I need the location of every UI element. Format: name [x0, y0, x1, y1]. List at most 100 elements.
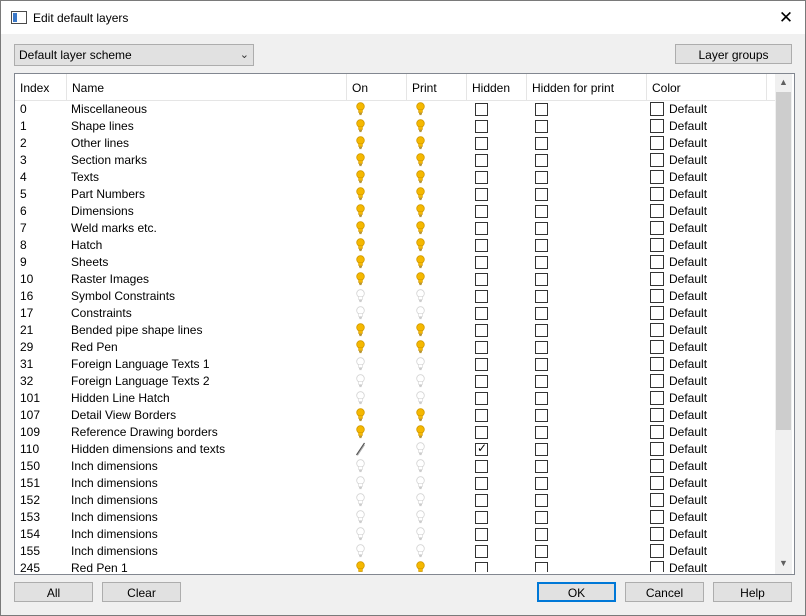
row-color[interactable]: Default	[669, 441, 707, 458]
hidden-checkbox[interactable]	[475, 171, 488, 184]
hidden-for-print-checkbox[interactable]	[535, 171, 548, 184]
hidden-checkbox[interactable]	[475, 494, 488, 507]
lightbulb-icon[interactable]	[356, 204, 365, 218]
lightbulb-icon[interactable]	[356, 221, 365, 235]
clear-button[interactable]: Clear	[102, 582, 181, 602]
row-color[interactable]: Default	[669, 271, 707, 288]
print-lightbulb-icon[interactable]	[416, 136, 425, 150]
hidden-checkbox[interactable]	[475, 290, 488, 303]
hidden-for-print-checkbox[interactable]	[535, 239, 548, 252]
color-swatch[interactable]	[650, 102, 664, 116]
lightbulb-off-icon[interactable]	[356, 391, 365, 405]
hidden-for-print-checkbox[interactable]	[535, 545, 548, 558]
lightbulb-off-icon[interactable]	[356, 289, 365, 303]
table-row[interactable]: 16 Symbol Constraints Default	[15, 288, 775, 305]
lightbulb-off-icon[interactable]	[356, 442, 365, 456]
color-swatch[interactable]	[650, 544, 664, 558]
print-lightbulb-off-icon[interactable]	[416, 544, 425, 558]
lightbulb-icon[interactable]	[356, 340, 365, 354]
hidden-for-print-checkbox[interactable]	[535, 188, 548, 201]
lightbulb-icon[interactable]	[356, 408, 365, 422]
hidden-for-print-checkbox[interactable]	[535, 392, 548, 405]
row-color[interactable]: Default	[669, 135, 707, 152]
hidden-for-print-checkbox[interactable]	[535, 137, 548, 150]
scroll-thumb[interactable]	[776, 92, 791, 430]
row-color[interactable]: Default	[669, 560, 707, 572]
row-color[interactable]: Default	[669, 254, 707, 271]
scroll-up-icon[interactable]: ▲	[775, 74, 792, 91]
table-row[interactable]: 150 Inch dimensions Default	[15, 458, 775, 475]
col-hidden[interactable]: Hidden	[467, 74, 527, 100]
hidden-for-print-checkbox[interactable]	[535, 103, 548, 116]
row-color[interactable]: Default	[669, 339, 707, 356]
hidden-for-print-checkbox[interactable]	[535, 205, 548, 218]
table-row[interactable]: 1 Shape lines Default	[15, 118, 775, 135]
hidden-checkbox[interactable]	[475, 137, 488, 150]
lightbulb-icon[interactable]	[356, 272, 365, 286]
color-swatch[interactable]	[650, 323, 664, 337]
hidden-for-print-checkbox[interactable]	[535, 375, 548, 388]
hidden-checkbox[interactable]	[475, 477, 488, 490]
lightbulb-off-icon[interactable]	[356, 357, 365, 371]
row-color[interactable]: Default	[669, 220, 707, 237]
hidden-checkbox[interactable]	[475, 409, 488, 422]
table-row[interactable]: 17 Constraints Default	[15, 305, 775, 322]
color-swatch[interactable]	[650, 408, 664, 422]
hidden-checkbox[interactable]	[475, 307, 488, 320]
print-lightbulb-off-icon[interactable]	[416, 527, 425, 541]
print-lightbulb-off-icon[interactable]	[416, 357, 425, 371]
print-lightbulb-icon[interactable]	[416, 204, 425, 218]
lightbulb-icon[interactable]	[356, 102, 365, 116]
row-color[interactable]: Default	[669, 237, 707, 254]
lightbulb-icon[interactable]	[356, 153, 365, 167]
row-color[interactable]: Default	[669, 424, 707, 441]
color-swatch[interactable]	[650, 306, 664, 320]
hidden-checkbox[interactable]	[475, 273, 488, 286]
hidden-checkbox[interactable]	[475, 324, 488, 337]
table-row[interactable]: 110 Hidden dimensions and texts Default	[15, 441, 775, 458]
table-row[interactable]: 153 Inch dimensions Default	[15, 509, 775, 526]
hidden-checkbox[interactable]	[475, 256, 488, 269]
color-swatch[interactable]	[650, 493, 664, 507]
all-button[interactable]: All	[14, 582, 93, 602]
print-lightbulb-icon[interactable]	[416, 408, 425, 422]
col-color[interactable]: Color	[647, 74, 767, 100]
col-index[interactable]: Index	[15, 74, 67, 100]
hidden-for-print-checkbox[interactable]	[535, 358, 548, 371]
hidden-checkbox[interactable]	[475, 341, 488, 354]
hidden-for-print-checkbox[interactable]	[535, 511, 548, 524]
close-icon[interactable]: ✕	[770, 3, 802, 32]
print-lightbulb-off-icon[interactable]	[416, 493, 425, 507]
hidden-for-print-checkbox[interactable]	[535, 341, 548, 354]
col-hidden-for-print[interactable]: Hidden for print	[527, 74, 647, 100]
row-color[interactable]: Default	[669, 390, 707, 407]
help-button[interactable]: Help	[713, 582, 792, 602]
hidden-for-print-checkbox[interactable]	[535, 256, 548, 269]
row-color[interactable]: Default	[669, 475, 707, 492]
hidden-checkbox[interactable]	[475, 103, 488, 116]
lightbulb-off-icon[interactable]	[356, 544, 365, 558]
color-swatch[interactable]	[650, 357, 664, 371]
hidden-for-print-checkbox[interactable]	[535, 460, 548, 473]
color-swatch[interactable]	[650, 136, 664, 150]
color-swatch[interactable]	[650, 272, 664, 286]
print-lightbulb-icon[interactable]	[416, 272, 425, 286]
hidden-for-print-checkbox[interactable]	[535, 324, 548, 337]
print-lightbulb-icon[interactable]	[416, 119, 425, 133]
hidden-for-print-checkbox[interactable]	[535, 222, 548, 235]
table-row[interactable]: 4 Texts Default	[15, 169, 775, 186]
table-row[interactable]: 2 Other lines Default	[15, 135, 775, 152]
color-swatch[interactable]	[650, 289, 664, 303]
lightbulb-off-icon[interactable]	[356, 493, 365, 507]
hidden-checkbox[interactable]	[475, 528, 488, 541]
hidden-checkbox[interactable]	[475, 562, 488, 572]
print-lightbulb-off-icon[interactable]	[416, 476, 425, 490]
table-row[interactable]: 32 Foreign Language Texts 2 Default	[15, 373, 775, 390]
color-swatch[interactable]	[650, 170, 664, 184]
color-swatch[interactable]	[650, 459, 664, 473]
cancel-button[interactable]: Cancel	[625, 582, 704, 602]
hidden-checkbox[interactable]	[475, 441, 488, 456]
color-swatch[interactable]	[650, 391, 664, 405]
color-swatch[interactable]	[650, 238, 664, 252]
row-color[interactable]: Default	[669, 373, 707, 390]
